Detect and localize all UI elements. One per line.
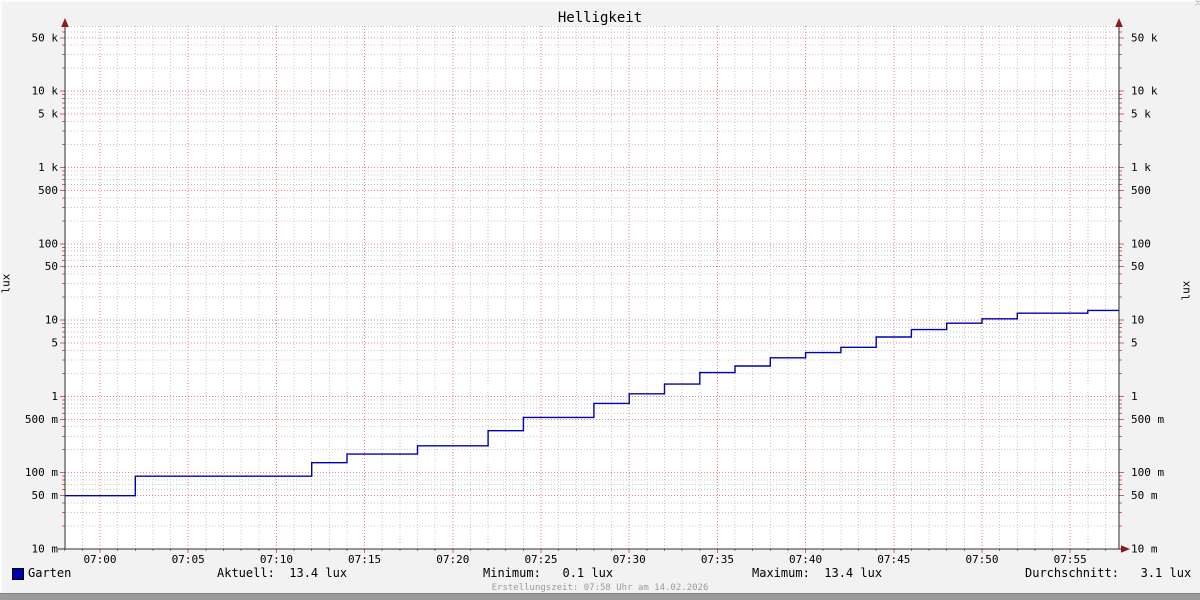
x-tick-label: 07:50 — [965, 553, 998, 566]
y-tick-label-right: 500 — [1131, 184, 1151, 197]
y-tick-label-right: 10 k — [1131, 85, 1158, 98]
stat-minimum: Minimum: 0.1 lux — [483, 566, 614, 580]
y-tick-label-left: 5 k — [38, 108, 58, 121]
creation-timestamp: Erstellungszeit: 07:58 Uhr am 14.02.2026 — [491, 583, 709, 593]
bottom-window-bar — [0, 593, 1200, 600]
y-tick-label-left: 100 m — [25, 466, 58, 479]
y-tick-label-right: 1 — [1131, 390, 1138, 403]
y-tick-label-right: 500 m — [1131, 413, 1164, 426]
y-tick-label-left: 500 m — [25, 413, 58, 426]
x-tick-label: 07:05 — [172, 553, 205, 566]
y-tick-label-left: 10 k — [32, 85, 59, 98]
y-tick-label-right: 50 m — [1131, 489, 1158, 502]
x-tick-label: 07:30 — [613, 553, 646, 566]
x-tick-label: 07:10 — [260, 553, 293, 566]
x-axis-arrow — [1121, 545, 1130, 553]
x-tick-label: 07:35 — [701, 553, 734, 566]
y-tick-label-right: 5 k — [1131, 108, 1151, 121]
y-tick-label-right: 10 m — [1131, 543, 1158, 556]
stat-maximum: Maximum: 13.4 lux — [752, 566, 883, 580]
y-tick-label-left: 500 — [38, 184, 58, 197]
y-tick-label-left: 10 m — [32, 543, 59, 556]
y-tick-label-left: 50 k — [32, 31, 59, 44]
y-tick-label-left: 5 — [51, 337, 58, 350]
y-tick-label-right: 50 k — [1131, 31, 1158, 44]
rrdtool-graph: Helligkeit RRDTOOL / TOBI OETIKER lux lu… — [0, 0, 1200, 600]
chart-canvas: 50 k 50 k10 k 10 k5 k5 k1 k1 k500 500100 100… — [25, 18, 1164, 566]
stat-aktuell: Aktuell: 13.4 lux — [217, 566, 348, 580]
legend-row: Garten Aktuell: 13.4 lux Minimum: 0.1 lu… — [0, 566, 1200, 582]
y-tick-label-right: 10 — [1131, 314, 1144, 327]
x-tick-label: 07:40 — [789, 553, 822, 566]
y-tick-label-right: 5 — [1131, 337, 1138, 350]
y-tick-label-left: 1 k — [38, 161, 58, 174]
legend-series-label: Garten — [28, 566, 72, 580]
x-tick-label: 07:25 — [524, 553, 557, 566]
stat-durchschnitt: Durchschnitt: 3.1 lux — [1025, 566, 1192, 580]
x-tick-label: 07:00 — [83, 553, 116, 566]
y-tick-label-right: 100 m — [1131, 466, 1164, 479]
y-tick-label-right: 50 — [1131, 260, 1144, 273]
y-tick-label-left: 50 — [45, 260, 58, 273]
y-tick-label-left: 50 m — [32, 489, 59, 502]
x-tick-label: 07:20 — [436, 553, 469, 566]
y-tick-label-right: 100 — [1131, 237, 1151, 250]
y-tick-label-right: 1 k — [1131, 161, 1151, 174]
x-tick-label: 07:45 — [877, 553, 910, 566]
y-tick-label-left: 100 — [38, 237, 58, 250]
x-tick-label: 07:15 — [348, 553, 381, 566]
y-axis-arrow-left — [61, 18, 69, 27]
x-tick-label: 07:55 — [1054, 553, 1087, 566]
legend-color-swatch — [12, 568, 24, 580]
y-tick-label-left: 1 — [51, 390, 58, 403]
y-axis-arrow-right — [1115, 18, 1123, 27]
y-tick-label-left: 10 — [45, 314, 58, 327]
